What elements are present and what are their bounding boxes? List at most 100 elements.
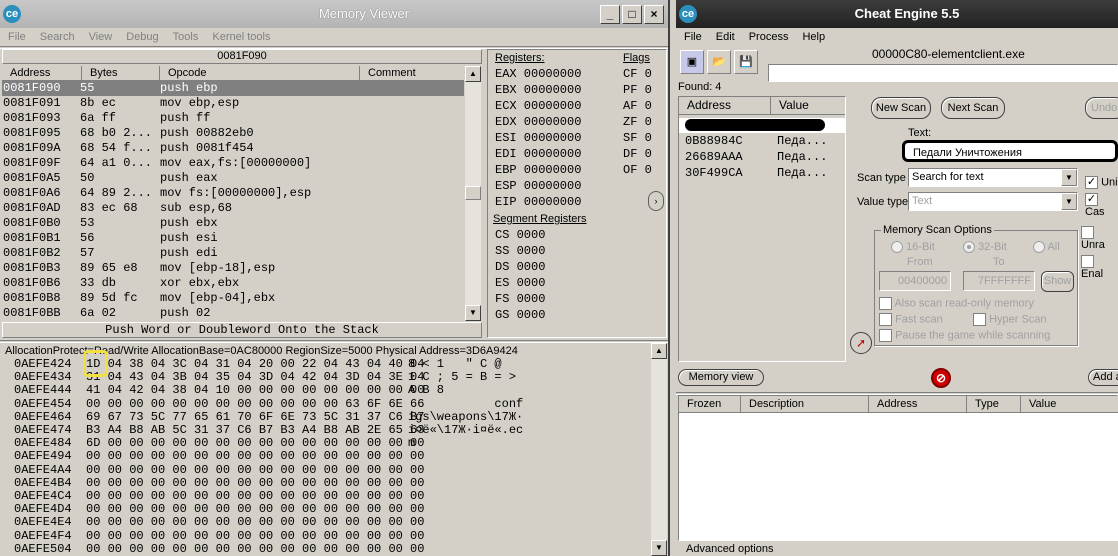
- case-sensitive-checkbox[interactable]: ✓: [1085, 193, 1098, 206]
- also-scan-readonly-checkbox[interactable]: [879, 297, 892, 310]
- results-col-address[interactable]: Address: [679, 97, 771, 114]
- segment-register-value[interactable]: SS 0000: [495, 244, 545, 259]
- scroll-up-arrow-icon[interactable]: ▲: [651, 343, 667, 359]
- scroll-down-arrow-icon[interactable]: ▼: [651, 540, 667, 556]
- result-row[interactable]: 30F499CA Педа...: [679, 166, 845, 181]
- disasm-row[interactable]: 0081F09F 64 a1 0... mov eax,fs:[00000000]: [2, 156, 464, 171]
- disasm-row[interactable]: 0081F0BB 6a 02 push 02: [2, 306, 464, 321]
- segment-register-value[interactable]: GS 0000: [495, 308, 545, 323]
- address-list[interactable]: Frozen Description Address Type Value: [678, 395, 1118, 541]
- segment-register-value[interactable]: FS 0000: [495, 292, 545, 307]
- list-col-frozen[interactable]: Frozen: [679, 396, 741, 412]
- scroll-thumb[interactable]: [465, 186, 481, 200]
- value-type-select[interactable]: Text ▼: [908, 192, 1078, 211]
- chevron-down-icon[interactable]: ▼: [1061, 193, 1077, 210]
- flag-value[interactable]: PF 0: [623, 83, 652, 98]
- advanced-options-link[interactable]: Advanced options: [686, 543, 773, 555]
- col-address[interactable]: Address: [2, 66, 82, 80]
- disasm-row[interactable]: 0081F0B2 57 push edi: [2, 246, 464, 261]
- minimize-button[interactable]: _: [600, 5, 620, 24]
- add-address-manually-button[interactable]: Add a: [1088, 369, 1118, 386]
- radio-16bit[interactable]: [891, 241, 903, 254]
- col-bytes[interactable]: Bytes: [82, 66, 160, 80]
- disasm-row[interactable]: 0081F0A5 50 push eax: [2, 171, 464, 186]
- chevron-down-icon[interactable]: ▼: [1061, 169, 1077, 186]
- results-col-value[interactable]: Value: [771, 97, 845, 114]
- menu-process[interactable]: Process: [749, 31, 789, 43]
- register-value[interactable]: ECX 00000000: [495, 99, 581, 114]
- flag-value[interactable]: ZF 0: [623, 115, 652, 130]
- flag-value[interactable]: SF 0: [623, 131, 652, 146]
- scan-type-select[interactable]: Search for text ▼: [908, 168, 1078, 187]
- register-value[interactable]: ESI 00000000: [495, 131, 581, 146]
- flag-value[interactable]: CF 0: [623, 67, 652, 82]
- new-scan-button[interactable]: New Scan: [871, 97, 931, 119]
- open-file-icon[interactable]: 📂: [707, 50, 731, 74]
- pane-splitter[interactable]: [0, 340, 668, 343]
- enable-speedhack-checkbox[interactable]: [1081, 255, 1094, 268]
- result-row[interactable]: 26689AAA Педа...: [679, 150, 845, 165]
- flag-value[interactable]: AF 0: [623, 99, 652, 114]
- disasm-row[interactable]: 0081F0B6 33 db xor ebx,ebx: [2, 276, 464, 291]
- next-scan-button[interactable]: Next Scan: [941, 97, 1005, 119]
- close-button[interactable]: ×: [644, 5, 664, 24]
- disasm-row[interactable]: 0081F090 55 push ebp: [2, 81, 464, 96]
- hex-scrollbar[interactable]: ▲ ▼: [651, 343, 667, 556]
- menu-search[interactable]: Search: [40, 31, 75, 43]
- undo-scan-button[interactable]: Undo: [1085, 97, 1118, 119]
- disasm-row[interactable]: 0081F095 68 b0 2... push 00882eb0: [2, 126, 464, 141]
- menu-tools[interactable]: Tools: [173, 31, 199, 43]
- segment-register-value[interactable]: DS 0000: [495, 260, 545, 275]
- pause-game-checkbox[interactable]: [879, 329, 892, 342]
- menu-edit[interactable]: Edit: [716, 31, 735, 43]
- list-col-type[interactable]: Type: [967, 396, 1021, 412]
- disasm-row[interactable]: 0081F091 8b ec mov ebp,esp: [2, 96, 464, 111]
- disasm-row[interactable]: 0081F09A 68 54 f... push 0081f454: [2, 141, 464, 156]
- col-comment[interactable]: Comment: [360, 66, 464, 80]
- disassembler-list[interactable]: 0081F090 55 push ebp 0081F091 8b ec mov ebp,e…: [2, 81, 464, 321]
- results-list[interactable]: Address Value 0AEFE424Педа...0B88984CПед…: [678, 96, 846, 362]
- col-opcode[interactable]: Opcode: [160, 66, 360, 80]
- register-value[interactable]: EDI 00000000: [495, 147, 581, 162]
- disasm-row[interactable]: 0081F0AD 83 ec 68 sub esp,68: [2, 201, 464, 216]
- disasm-row[interactable]: 0081F0B8 89 5d fc mov [ebp-04],ebx: [2, 291, 464, 306]
- register-value[interactable]: EIP 00000000: [495, 195, 581, 210]
- fast-scan-checkbox[interactable]: [879, 313, 892, 326]
- disasm-row[interactable]: 0081F0A6 64 89 2... mov fs:[00000000],esp: [2, 186, 464, 201]
- list-col-value[interactable]: Value: [1021, 396, 1117, 412]
- search-text-input[interactable]: Педали Уничтожения: [902, 140, 1118, 162]
- cheat-engine-titlebar[interactable]: ce Cheat Engine 5.5: [676, 0, 1118, 28]
- save-icon[interactable]: 💾: [734, 50, 758, 74]
- scroll-up-arrow-icon[interactable]: ▲: [465, 66, 481, 82]
- menu-file[interactable]: File: [8, 31, 26, 43]
- hex-view[interactable]: 0AEFE424 1D 04 38 04 3C 04 31 04 20 00 22…: [14, 358, 650, 556]
- unicode-checkbox[interactable]: ✓: [1085, 176, 1098, 189]
- scroll-down-arrow-icon[interactable]: ▼: [465, 305, 481, 321]
- segment-register-value[interactable]: CS 0000: [495, 228, 545, 243]
- menu-kernel-tools[interactable]: Kernel tools: [212, 31, 270, 43]
- disasm-row[interactable]: 0081F0B1 56 push esi: [2, 231, 464, 246]
- disasm-row[interactable]: 0081F093 6a ff push ff: [2, 111, 464, 126]
- to-address-input[interactable]: 7FFFFFFF: [963, 271, 1035, 291]
- disasm-row[interactable]: 0081F0B0 53 push ebx: [2, 216, 464, 231]
- radio-all[interactable]: [1033, 241, 1045, 254]
- segment-register-value[interactable]: ES 0000: [495, 276, 545, 291]
- register-value[interactable]: EBX 00000000: [495, 83, 581, 98]
- select-process-icon[interactable]: ▣: [680, 50, 704, 74]
- menu-debug[interactable]: Debug: [126, 31, 158, 43]
- disasm-scrollbar[interactable]: ▲ ▼: [465, 66, 481, 321]
- maximize-button[interactable]: □: [622, 5, 642, 24]
- memory-view-button[interactable]: Memory view: [678, 369, 764, 386]
- memory-viewer-titlebar[interactable]: ce Memory Viewer _ □ ×: [0, 0, 668, 28]
- stop-icon[interactable]: ⊘: [931, 368, 951, 388]
- from-address-input[interactable]: 00400000: [879, 271, 951, 291]
- show-button[interactable]: Show: [1041, 271, 1074, 292]
- register-value[interactable]: ESP 00000000: [495, 179, 581, 194]
- menu-help[interactable]: Help: [802, 31, 825, 43]
- add-address-pointer-icon[interactable]: ➚: [850, 332, 872, 354]
- hyper-scan-checkbox[interactable]: [973, 313, 986, 326]
- radio-32bit[interactable]: [963, 241, 975, 254]
- menu-view[interactable]: View: [89, 31, 113, 43]
- flag-value[interactable]: OF 0: [623, 163, 652, 178]
- flag-value[interactable]: DF 0: [623, 147, 652, 162]
